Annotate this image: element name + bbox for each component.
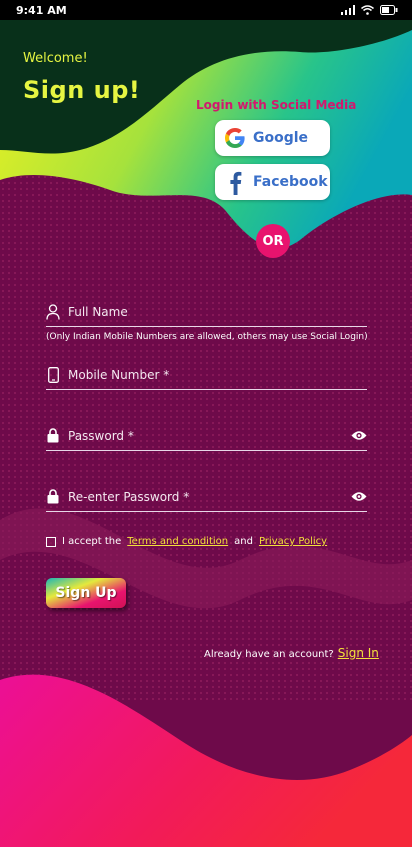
facebook-login-button[interactable]: Facebook <box>215 164 330 200</box>
mobile-number-input[interactable] <box>68 367 367 382</box>
page-title: Sign up! <box>23 76 141 104</box>
terms-link[interactable]: Terms and condition <box>127 536 228 547</box>
reenter-password-field[interactable] <box>46 482 367 512</box>
eye-icon <box>351 492 367 501</box>
status-bar: 9:41 AM <box>0 0 412 20</box>
person-icon <box>46 303 60 320</box>
full-name-field[interactable] <box>46 297 367 327</box>
status-icons <box>341 5 398 15</box>
full-name-input[interactable] <box>68 304 367 319</box>
reenter-password-visibility-toggle[interactable] <box>351 491 367 503</box>
status-time: 9:41 AM <box>16 3 67 17</box>
facebook-logo-icon <box>230 171 242 195</box>
privacy-link[interactable]: Privacy Policy <box>259 536 327 547</box>
terms-acceptance: I accept the Terms and condition and Pri… <box>46 536 327 547</box>
lock-icon <box>46 489 60 505</box>
google-login-button[interactable]: Google <box>215 120 330 156</box>
eye-icon <box>351 431 367 440</box>
accept-prefix: I accept the <box>62 536 122 547</box>
welcome-text: Welcome! <box>23 51 88 66</box>
battery-icon <box>380 5 398 15</box>
lock-icon <box>46 428 60 444</box>
mobile-hint-text: (Only Indian Mobile Numbers are allowed,… <box>46 332 368 342</box>
phone-icon <box>46 366 60 383</box>
sign-up-button[interactable]: Sign Up <box>46 578 126 608</box>
or-divider-badge: OR <box>256 224 290 258</box>
signal-icon <box>341 5 355 15</box>
sign-in-prompt: Already have an account? Sign In <box>204 646 379 660</box>
password-field[interactable] <box>46 421 367 451</box>
reenter-password-input[interactable] <box>68 489 343 504</box>
sign-in-link[interactable]: Sign In <box>338 646 379 660</box>
already-text: Already have an account? <box>204 649 334 660</box>
social-login-label: Login with Social Media <box>196 98 357 112</box>
password-input[interactable] <box>68 428 343 443</box>
password-visibility-toggle[interactable] <box>351 430 367 442</box>
terms-checkbox[interactable] <box>46 536 56 547</box>
google-logo-icon <box>225 128 245 148</box>
google-label: Google <box>253 130 309 146</box>
accept-and: and <box>234 536 253 547</box>
wifi-icon <box>361 5 374 15</box>
mobile-number-field[interactable] <box>46 360 367 390</box>
facebook-label: Facebook <box>253 174 328 190</box>
